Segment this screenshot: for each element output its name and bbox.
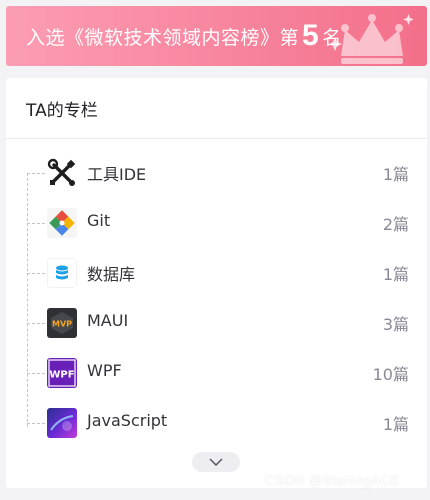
column-item-name: WPF <box>87 361 122 380</box>
tree-connector <box>27 373 45 374</box>
ranking-banner[interactable]: 入选《微软技术领域内容榜》第 5 名 <box>6 6 427 66</box>
column-item-count: 1篇 <box>382 265 409 284</box>
wpf-icon: WPF <box>47 358 77 388</box>
svg-text:MVP: MVP <box>52 320 72 329</box>
tree-connector <box>27 273 45 274</box>
csdn-watermark: CSDN @StartingACE <box>265 472 400 488</box>
column-header: TA的专栏 <box>6 78 427 139</box>
column-item-name: JavaScript <box>87 411 168 430</box>
expand-more-button[interactable] <box>192 452 240 472</box>
column-item-count: 2篇 <box>382 215 409 234</box>
column-item-maui[interactable]: MVP MAUI 3篇 <box>6 298 427 348</box>
column-item-count: 3篇 <box>382 315 409 334</box>
tree-connector <box>27 323 45 324</box>
tree-connector <box>27 173 45 174</box>
database-icon <box>47 258 77 288</box>
column-card: TA的专栏 工具IDE 1篇 Git 2篇 数据库 1篇 MVP MAUI 3篇… <box>6 78 427 488</box>
column-item-name: 数据库 <box>87 265 136 284</box>
column-item-name: 工具IDE <box>87 165 147 184</box>
column-item-javascript[interactable]: JavaScript 1篇 <box>6 398 427 448</box>
banner-prefix: 入选《微软技术领域内容榜》第 <box>26 26 300 49</box>
column-item-count: 1篇 <box>382 415 409 434</box>
tree-connector <box>27 223 45 224</box>
column-item-wpf[interactable]: WPF WPF 10篇 <box>6 348 427 398</box>
javascript-icon <box>47 408 77 438</box>
banner-rank: 5 <box>302 19 320 52</box>
tree-connector <box>27 423 45 424</box>
column-item-name: MAUI <box>87 311 129 330</box>
column-item-git[interactable]: Git 2篇 <box>6 198 427 248</box>
column-item-count: 10篇 <box>372 365 409 384</box>
crown-icon <box>331 14 413 64</box>
column-title: TA的专栏 <box>26 100 98 121</box>
svg-text:WPF: WPF <box>49 370 74 381</box>
mvp-icon: MVP <box>47 308 77 338</box>
column-item-database[interactable]: 数据库 1篇 <box>6 248 427 298</box>
git-icon <box>47 208 77 238</box>
column-item-count: 1篇 <box>382 165 409 184</box>
tools-icon <box>47 158 77 188</box>
column-item-tools-ide[interactable]: 工具IDE 1篇 <box>6 148 427 198</box>
chevron-down-icon <box>209 458 223 466</box>
column-item-name: Git <box>87 211 111 230</box>
ranking-banner-text: 入选《微软技术领域内容榜》第 5 名 <box>26 6 342 66</box>
